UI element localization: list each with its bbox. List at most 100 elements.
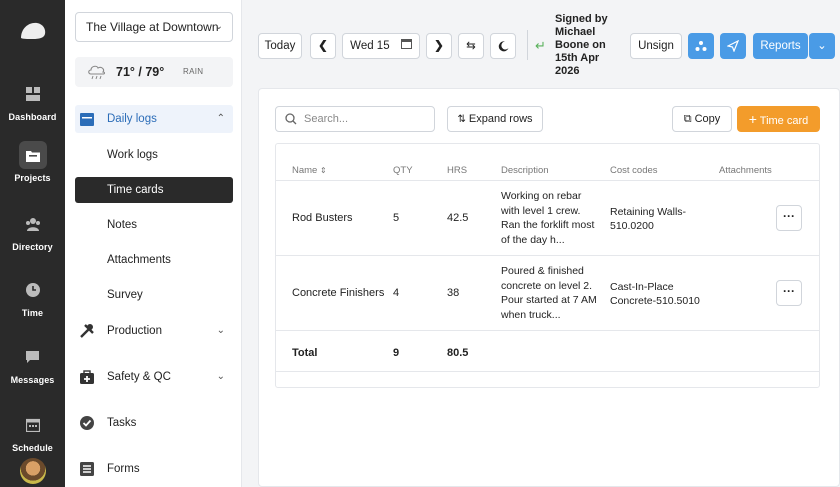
- time-card-label: Time card: [759, 115, 809, 127]
- row-menu-button[interactable]: ···: [776, 205, 802, 231]
- cell-cost-code: Retaining Walls- 510.0200: [610, 206, 687, 232]
- check-circle-icon: [80, 416, 94, 430]
- total-qty: 9: [393, 347, 400, 359]
- share-button[interactable]: [688, 33, 714, 59]
- next-day-button[interactable]: ❯: [426, 33, 452, 59]
- form-list-icon: [80, 462, 94, 476]
- calendar-icon: [80, 113, 94, 126]
- cell-qty: 5: [393, 212, 400, 224]
- cell-cost-code: Cast-In-Place Concrete-510.5010: [610, 281, 700, 307]
- cell-name: Concrete Finishers: [292, 287, 385, 299]
- project-selector[interactable]: The Village at Downtown ⌄: [75, 12, 233, 42]
- project-name: The Village at Downtown: [86, 20, 219, 34]
- date-label: Wed 15: [350, 40, 390, 52]
- nav-production[interactable]: Production ⌄: [75, 317, 233, 345]
- cell-hrs: 38: [447, 287, 460, 299]
- chat-icon: [19, 343, 47, 371]
- chevron-down-icon: ⌄: [216, 371, 225, 382]
- chevron-down-icon: ⌄: [214, 21, 223, 32]
- sort-arrows-icon: ⇅: [457, 114, 466, 125]
- rail-dashboard[interactable]: Dashboard: [0, 80, 65, 132]
- rail-time[interactable]: Time: [0, 276, 65, 328]
- reports-dropdown-button[interactable]: ⌄: [809, 33, 835, 59]
- copy-button[interactable]: ⧉ Copy: [672, 106, 732, 132]
- rail-label: Schedule: [12, 443, 53, 453]
- rail-directory[interactable]: Directory: [0, 210, 65, 262]
- nav-notes[interactable]: Notes: [75, 212, 233, 238]
- table-row[interactable]: Rod Busters 5 42.5 Working on rebar with …: [276, 180, 819, 255]
- weather-widget: 71° / 79° RAIN: [75, 57, 233, 87]
- unsign-button[interactable]: Unsign: [630, 33, 682, 59]
- date-picker[interactable]: Wed 15: [342, 33, 420, 59]
- prev-day-button[interactable]: ❮: [310, 33, 336, 59]
- sort-icon: ⇕: [319, 166, 327, 175]
- app-logo-icon[interactable]: [19, 20, 47, 42]
- chevron-down-icon: ⌄: [817, 40, 827, 52]
- col-header-qty: QTY: [393, 165, 413, 176]
- table-total-row: Total 9 80.5: [276, 330, 819, 372]
- expand-rows-label: Expand rows: [468, 113, 533, 125]
- today-button[interactable]: Today: [258, 33, 302, 59]
- calendar-icon: [400, 39, 412, 49]
- chevron-right-icon: ❯: [434, 40, 444, 52]
- cell-description: Poured & finished concrete on level 2. Pou…: [501, 265, 597, 321]
- nav-tasks[interactable]: Tasks: [75, 409, 233, 437]
- time-cards-table: Name ⇕ QTY HRS Description Cost codes At…: [275, 143, 820, 388]
- nav-label: Safety & QC: [107, 371, 171, 383]
- nav-time-cards[interactable]: Time cards: [75, 177, 233, 203]
- dashboard-icon: [19, 80, 47, 108]
- nav-survey[interactable]: Survey: [75, 282, 233, 308]
- swap-button[interactable]: ⇆: [458, 33, 484, 59]
- rail-label: Dashboard: [8, 112, 57, 122]
- row-menu-button[interactable]: ···: [776, 280, 802, 306]
- nav-forms[interactable]: Forms: [75, 455, 233, 483]
- share-icon: [695, 41, 707, 51]
- send-button[interactable]: [720, 33, 746, 59]
- project-sidebar: The Village at Downtown ⌄ 71° / 79° RAIN…: [65, 0, 242, 487]
- signed-status: Signed by Michael Boone on 15th Apr 2026: [555, 13, 608, 77]
- dark-mode-button[interactable]: [490, 33, 516, 59]
- folder-icon: [18, 141, 47, 169]
- calendar-icon: [19, 411, 47, 439]
- cell-description: Working on rebar with level 1 crew. Ran th…: [501, 190, 595, 246]
- nav-attachments[interactable]: Attachments: [75, 247, 233, 273]
- nav-work-logs[interactable]: Work logs: [75, 142, 233, 168]
- paper-plane-icon: [726, 39, 740, 53]
- rail-messages[interactable]: Messages: [0, 343, 65, 395]
- search-icon: [285, 113, 297, 125]
- col-header-hrs: HRS: [447, 165, 468, 176]
- rain-cloud-icon: [88, 65, 106, 80]
- rail-projects[interactable]: Projects: [0, 141, 65, 193]
- first-aid-icon: [80, 370, 94, 384]
- total-hrs: 80.5: [447, 347, 469, 359]
- more-horizontal-icon: ···: [783, 209, 795, 223]
- search-input[interactable]: Search...: [275, 106, 435, 132]
- people-icon: [19, 210, 47, 238]
- nav-label: Production: [107, 325, 162, 337]
- plus-icon: +: [748, 111, 757, 127]
- search-placeholder: Search...: [304, 113, 349, 125]
- col-header-name[interactable]: Name ⇕: [292, 165, 327, 176]
- tools-icon: [80, 324, 94, 338]
- rail-label: Messages: [10, 375, 55, 385]
- rail-schedule[interactable]: Schedule: [0, 411, 65, 463]
- copy-label: Copy: [694, 113, 721, 125]
- cell-name: Rod Busters: [292, 212, 353, 224]
- expand-rows-button[interactable]: ⇅ Expand rows: [447, 106, 543, 132]
- chevron-left-icon: ❮: [318, 40, 328, 52]
- add-time-card-button[interactable]: + Time card: [737, 106, 820, 132]
- table-row[interactable]: Concrete Finishers 4 38 Poured & finishe…: [276, 255, 819, 330]
- reports-button[interactable]: Reports: [753, 33, 808, 59]
- moon-icon: [498, 41, 508, 52]
- nav-daily-logs[interactable]: Daily logs ⌃: [75, 105, 233, 133]
- cell-hrs: 42.5: [447, 212, 469, 224]
- nav-safety-qc[interactable]: Safety & QC ⌄: [75, 363, 233, 391]
- rail-label: Time: [21, 308, 44, 318]
- time-cards-panel: Search... ⇅ Expand rows ⧉ Copy + Time ca…: [258, 88, 840, 487]
- signature-icon: ↵: [535, 38, 546, 53]
- weather-condition: RAIN: [183, 67, 204, 76]
- total-label: Total: [292, 347, 318, 359]
- chevron-up-icon: ⌃: [216, 113, 225, 124]
- avatar[interactable]: [20, 458, 46, 484]
- temperature: 71° / 79°: [116, 65, 165, 79]
